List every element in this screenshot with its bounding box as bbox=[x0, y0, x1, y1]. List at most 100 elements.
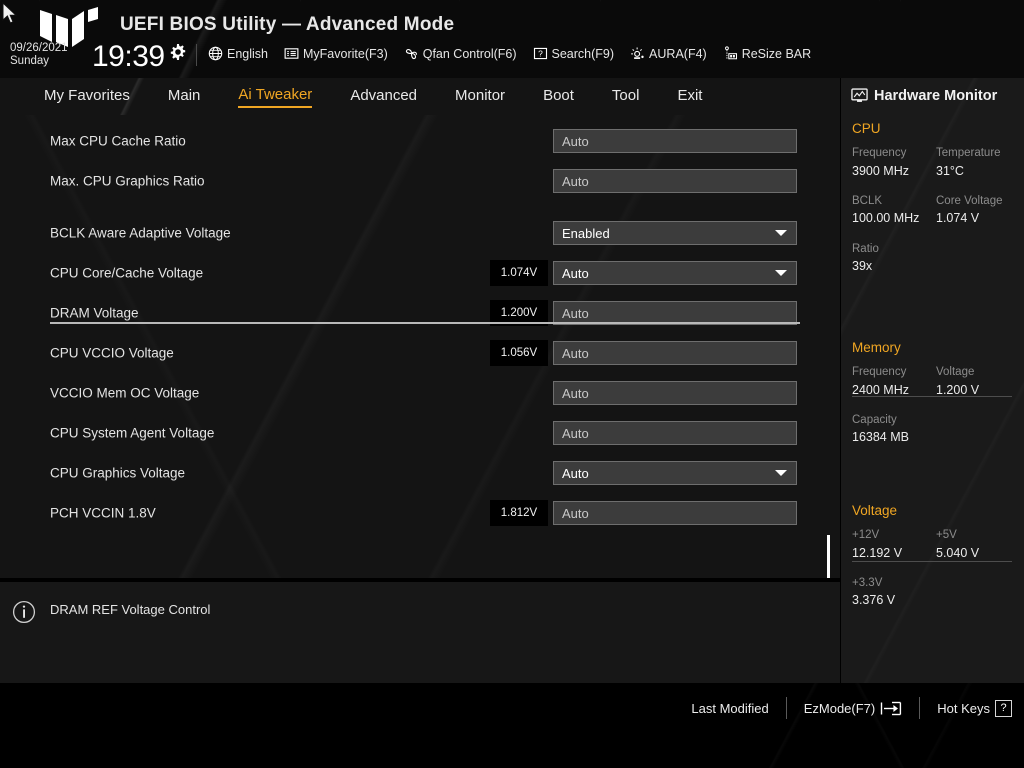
settings-row-value-field[interactable]: Auto bbox=[553, 169, 797, 193]
settings-row-measured-voltage: 1.056V bbox=[490, 340, 548, 366]
list-icon bbox=[284, 46, 299, 61]
settings-row-value-field[interactable]: Auto bbox=[553, 381, 797, 405]
chevron-down-icon bbox=[775, 270, 787, 276]
toolbar-item-english[interactable]: English bbox=[208, 46, 268, 61]
hwm-metric-key: Capacity bbox=[852, 412, 936, 429]
settings-row-value-field[interactable]: Auto bbox=[553, 501, 797, 525]
tab-tool[interactable]: Tool bbox=[612, 87, 640, 107]
help-panel bbox=[0, 582, 840, 683]
tab-my-favorites[interactable]: My Favorites bbox=[44, 87, 130, 107]
toolbar-label-qfan-control: Qfan Control(F6) bbox=[423, 47, 517, 61]
settings-row-value-text: Auto bbox=[554, 266, 589, 281]
settings-row-value-text: Auto bbox=[554, 346, 589, 361]
toolbar-item-qfan-control[interactable]: Qfan Control(F6) bbox=[404, 46, 517, 61]
settings-row-value-field[interactable]: Auto bbox=[553, 421, 797, 445]
hwm-section-grid: +12V12.192 V+5V5.040 V+3.3V3.376 V bbox=[852, 527, 1020, 623]
hwm-metric-key: Voltage bbox=[936, 364, 1020, 381]
ez-mode-button[interactable]: EzMode(F7) bbox=[804, 701, 903, 716]
bios-window: UEFI BIOS Utility — Advanced Mode 09/26/… bbox=[0, 0, 1024, 768]
resize-bar-icon bbox=[723, 46, 738, 61]
settings-row[interactable]: VCCIO Mem OC Voltage Auto bbox=[0, 373, 840, 413]
tab-boot[interactable]: Boot bbox=[543, 87, 574, 107]
toolbar-label-english: English bbox=[227, 47, 268, 61]
footer-divider-1 bbox=[786, 697, 787, 719]
settings-row-measured-voltage: 1.812V bbox=[490, 500, 548, 526]
settings-row-dropdown[interactable]: Auto bbox=[553, 461, 797, 485]
tab-advanced[interactable]: Advanced bbox=[350, 87, 417, 107]
info-icon bbox=[12, 600, 36, 624]
settings-row-label: VCCIO Mem OC Voltage bbox=[50, 386, 199, 401]
chevron-down-icon bbox=[775, 470, 787, 476]
settings-row-value-text: Auto bbox=[554, 426, 589, 441]
hwm-metric: Voltage1.200 V bbox=[936, 364, 1020, 399]
settings-row[interactable]: BCLK Aware Adaptive VoltageEnabled bbox=[0, 213, 840, 253]
toolbar-item-aura[interactable]: AURA(F4) bbox=[630, 46, 707, 61]
settings-row-value-text: Auto bbox=[554, 134, 589, 149]
toolbar-item-myfavorite[interactable]: MyFavorite(F3) bbox=[284, 46, 388, 61]
settings-row[interactable]: CPU VCCIO Voltage1.056VAuto bbox=[0, 333, 840, 373]
hwm-metric: BCLK100.00 MHz bbox=[852, 193, 936, 228]
weekday-text: Sunday bbox=[10, 55, 68, 68]
globe-icon bbox=[208, 46, 223, 61]
settings-row-value-text: Auto bbox=[554, 306, 589, 321]
last-modified-button[interactable]: Last Modified bbox=[691, 701, 768, 716]
hwm-metric-key: Frequency bbox=[852, 364, 936, 381]
settings-row-value-text: Auto bbox=[554, 506, 589, 521]
scrollbar-thumb[interactable] bbox=[827, 535, 830, 578]
hwm-metric-key: +3.3V bbox=[852, 575, 936, 592]
hwm-metric: Temperature31°C bbox=[936, 145, 1020, 180]
settings-row[interactable]: CPU System Agent VoltageAuto bbox=[0, 413, 840, 453]
hwm-metric-key: +12V bbox=[852, 527, 936, 544]
settings-row-value-field[interactable]: Auto bbox=[553, 129, 797, 153]
hwm-section-title: Memory bbox=[852, 340, 1020, 355]
hwm-section: Voltage +12V12.192 V+5V5.040 V+3.3V3.376 … bbox=[852, 503, 1020, 623]
clock-text: 19:39 bbox=[92, 40, 165, 74]
hwm-section-rule bbox=[852, 396, 1012, 397]
tab-main[interactable]: Main bbox=[168, 87, 201, 107]
hwm-section: Memory Frequency2400 MHzVoltage1.200 VCap… bbox=[852, 340, 1020, 460]
hwm-section-rule bbox=[852, 561, 1012, 562]
date-text: 09/26/2021 bbox=[10, 42, 68, 55]
settings-row-label: DRAM Voltage bbox=[50, 306, 139, 321]
toolbar-item-search[interactable]: ? Search(F9) bbox=[533, 46, 615, 61]
enter-arrow-icon bbox=[880, 701, 902, 716]
settings-row-value-field[interactable]: Auto bbox=[553, 341, 797, 365]
ez-mode-label: EzMode(F7) bbox=[804, 701, 876, 716]
toolbar-label-myfavorite: MyFavorite(F3) bbox=[303, 47, 388, 61]
settings-row[interactable]: Max CPU Cache RatioAuto bbox=[0, 121, 840, 161]
hwm-metric-value: 39x bbox=[852, 257, 936, 275]
hwm-metric-value: 5.040 V bbox=[936, 544, 1020, 562]
hwm-metric-key: Ratio bbox=[852, 241, 936, 258]
hardware-monitor-title-text: Hardware Monitor bbox=[874, 88, 997, 104]
hwm-metric-key: +5V bbox=[936, 527, 1020, 544]
settings-row[interactable]: PCH VCCIN 1.8V1.812VAuto bbox=[0, 493, 840, 533]
hot-keys-label: Hot Keys bbox=[937, 701, 990, 716]
tab-exit[interactable]: Exit bbox=[677, 87, 702, 107]
hwm-metric: +5V5.040 V bbox=[936, 527, 1020, 562]
page-title: UEFI BIOS Utility — Advanced Mode bbox=[120, 14, 454, 36]
toolbar-item-resize-bar[interactable]: ReSize BAR bbox=[723, 46, 811, 61]
fan-icon bbox=[404, 46, 419, 61]
tab-monitor[interactable]: Monitor bbox=[455, 87, 505, 107]
settings-row[interactable]: CPU Graphics Voltage Auto bbox=[0, 453, 840, 493]
hwm-metric-value: 100.00 MHz bbox=[852, 209, 936, 227]
mouse-cursor bbox=[2, 2, 20, 26]
settings-row-dropdown[interactable]: Auto bbox=[553, 261, 797, 285]
scrollbar-track[interactable] bbox=[827, 233, 830, 578]
settings-row[interactable]: Max. CPU Graphics RatioAuto bbox=[0, 161, 840, 201]
hot-keys-button[interactable]: Hot Keys ? bbox=[937, 700, 1012, 717]
last-modified-label: Last Modified bbox=[691, 701, 768, 716]
settings-row-label: CPU Graphics Voltage bbox=[50, 466, 185, 481]
tab-ai-tweaker[interactable]: Ai Tweaker bbox=[238, 86, 312, 108]
settings-row-value-text: Enabled bbox=[554, 226, 610, 241]
settings-row-value-text: Auto bbox=[554, 174, 589, 189]
header-bar: UEFI BIOS Utility — Advanced Mode 09/26/… bbox=[0, 0, 1024, 78]
hwm-metric: Frequency2400 MHz bbox=[852, 364, 936, 399]
hwm-metric: Core Voltage1.074 V bbox=[936, 193, 1020, 228]
hwm-section-title: Voltage bbox=[852, 503, 1020, 518]
hwm-metric-key: Temperature bbox=[936, 145, 1020, 162]
settings-row[interactable]: DRAM Voltage1.200VAuto bbox=[0, 293, 840, 333]
settings-row-dropdown[interactable]: Enabled bbox=[553, 221, 797, 245]
gear-icon[interactable] bbox=[170, 44, 186, 60]
settings-row[interactable]: CPU Core/Cache Voltage1.074VAuto bbox=[0, 253, 840, 293]
